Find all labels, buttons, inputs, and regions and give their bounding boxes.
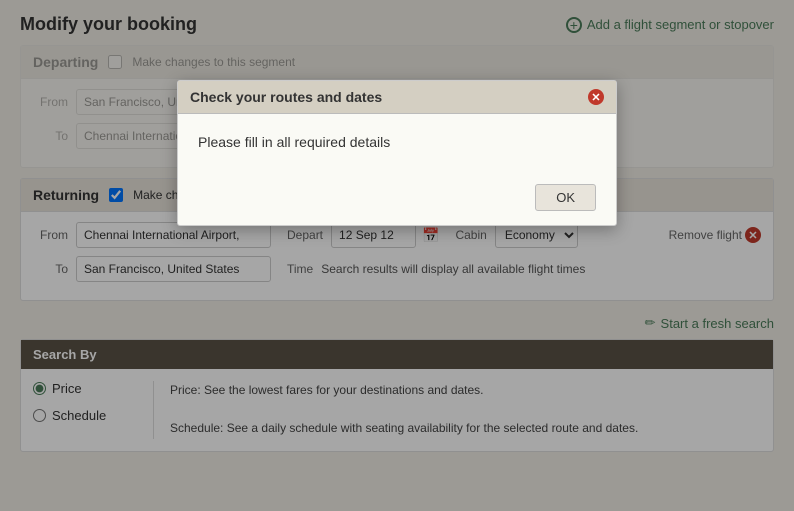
modal-close-icon[interactable]: ✕ [588,89,604,105]
modal-overlay: Check your routes and dates ✕ Please fil… [0,0,794,511]
modal-dialog: Check your routes and dates ✕ Please fil… [177,80,617,226]
modal-message: Please fill in all required details [198,134,596,150]
modal-body: Please fill in all required details [178,114,616,184]
page-container: Modify your booking + Add a flight segme… [0,0,794,511]
modal-header: Check your routes and dates ✕ [178,81,616,114]
modal-title: Check your routes and dates [190,89,382,105]
modal-footer: OK [178,184,616,225]
ok-button[interactable]: OK [535,184,596,211]
